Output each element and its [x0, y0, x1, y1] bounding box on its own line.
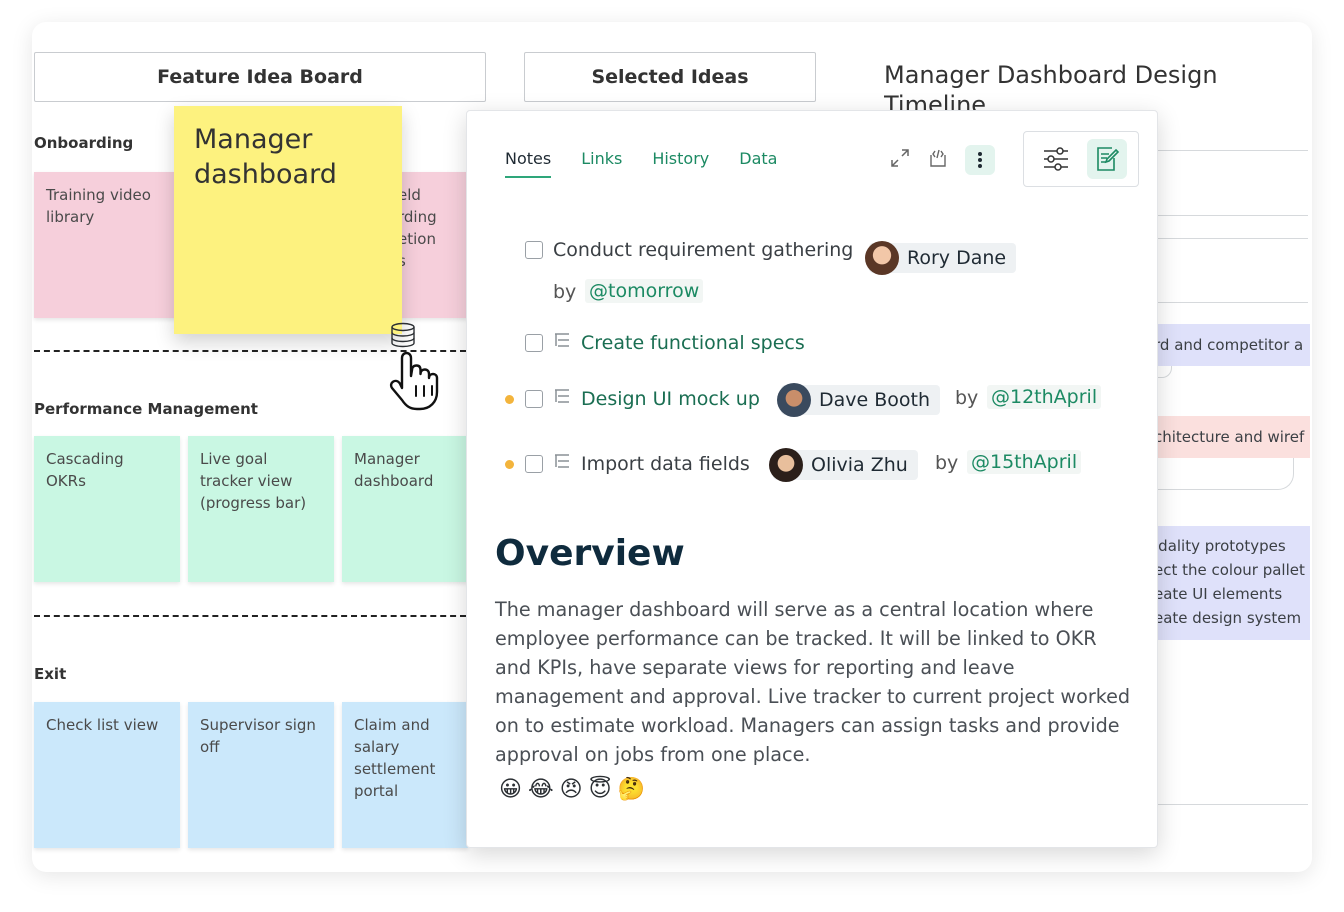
column-header-feature-board[interactable]: Feature Idea Board [34, 52, 486, 102]
task-text[interactable]: Create functional specs [581, 332, 805, 354]
priority-dot [505, 395, 514, 404]
avatar [769, 448, 803, 482]
due-date[interactable]: @12thApril [987, 385, 1102, 409]
assignee-chip[interactable]: Dave Booth [777, 383, 941, 417]
task-item: Design UI mock up [525, 387, 760, 410]
section-divider [34, 615, 466, 617]
emoji-reactions: 😀 😂 😠 😇 🤔 [499, 777, 645, 802]
panel-tabs: Notes Links History Data [505, 149, 777, 178]
avatar [777, 383, 811, 417]
section-label-performance: Performance Management [34, 400, 258, 418]
timeline-task-block[interactable]: idality prototypes ect the colour pallet… [1148, 526, 1310, 640]
notes-edit-icon[interactable] [1086, 139, 1127, 179]
more-options-icon[interactable] [965, 145, 995, 175]
emoji-angry[interactable]: 😠 [560, 777, 583, 802]
tab-links[interactable]: Links [581, 149, 622, 178]
divider [1152, 804, 1308, 805]
emoji-halo[interactable]: 😇 [589, 777, 612, 802]
side-toolbar [1023, 131, 1139, 187]
task-item: Import data fields [525, 452, 750, 475]
timeline-line: eate UI elements [1154, 585, 1283, 603]
subtask-icon [553, 331, 571, 354]
task-checkbox[interactable] [525, 454, 543, 473]
board-canvas: Feature Idea Board Selected Ideas Onboar… [32, 22, 1312, 872]
assignee-chip[interactable]: Olivia Zhu [769, 448, 918, 482]
timeline-line: idality prototypes [1154, 537, 1286, 555]
assignee-chip[interactable]: Rory Dane [865, 241, 1017, 275]
sticky-note[interactable]: Live goal tracker view (progress bar) [188, 436, 334, 582]
task-checkbox[interactable] [525, 333, 543, 352]
task-text[interactable]: Conduct requirement gathering [553, 239, 853, 261]
divider [1152, 215, 1308, 216]
due-date[interactable]: @tomorrow [585, 279, 704, 303]
by-label: by [935, 452, 959, 474]
task-checkbox[interactable] [525, 241, 543, 259]
timeline-title: Manager Dashboard Design Timeline [884, 61, 1218, 112]
sticky-note[interactable]: Check list view [34, 702, 180, 848]
sticky-note[interactable]: Training video library [34, 172, 180, 318]
dragged-sticky-note[interactable]: Manager dashboard [174, 106, 402, 334]
timeline-line: ect the colour pallet [1154, 561, 1305, 579]
subtask-icon [553, 452, 571, 475]
emoji-laughing[interactable]: 😂 [528, 777, 554, 802]
divider [1152, 150, 1308, 151]
divider [1152, 238, 1308, 239]
by-label: by [955, 387, 979, 409]
section-label-onboarding: Onboarding [34, 134, 134, 152]
task-item: Conduct requirement gathering [525, 239, 853, 261]
overview-text[interactable]: The manager dashboard will serve as a ce… [495, 595, 1135, 769]
assignee-name: Rory Dane [907, 247, 1007, 269]
task-item: Create functional specs [525, 331, 805, 354]
by-label: by [553, 281, 577, 303]
subtask-icon [553, 387, 571, 410]
divider [1152, 302, 1308, 303]
tab-notes[interactable]: Notes [505, 149, 552, 178]
panel-toolbar [889, 145, 995, 175]
timeline-bar[interactable]: rd and competitor a [1148, 324, 1310, 366]
sticky-note[interactable]: Cascading OKRs [34, 436, 180, 582]
timeline-connector [1148, 458, 1294, 490]
timeline-line: eate design system [1154, 609, 1302, 627]
tab-data[interactable]: Data [739, 149, 777, 178]
emoji-grinning[interactable]: 😀 [499, 777, 522, 802]
notes-panel: Notes Links History Data Conduct require… [466, 110, 1158, 848]
priority-dot [505, 460, 514, 469]
database-icon [390, 322, 416, 353]
assignee-name: Olivia Zhu [811, 454, 908, 476]
sticky-note[interactable]: Supervisor sign off [188, 702, 334, 848]
embed-icon[interactable] [927, 147, 949, 174]
section-label-exit: Exit [34, 665, 67, 683]
sticky-note[interactable]: Claim and salary settlement portal [342, 702, 468, 848]
assignee-name: Dave Booth [819, 389, 931, 411]
emoji-thinking[interactable]: 🤔 [618, 777, 645, 802]
tab-history[interactable]: History [652, 149, 709, 178]
task-text[interactable]: Import data fields [581, 453, 750, 475]
avatar [865, 241, 899, 275]
expand-icon[interactable] [889, 147, 911, 174]
settings-sliders-icon[interactable] [1036, 139, 1076, 179]
due-date[interactable]: @15thApril [967, 450, 1082, 474]
column-header-selected-ideas[interactable]: Selected Ideas [524, 52, 816, 102]
task-text[interactable]: Design UI mock up [581, 388, 760, 410]
task-checkbox[interactable] [525, 389, 543, 408]
timeline-bar[interactable]: chitecture and wiref [1148, 416, 1310, 458]
sticky-note[interactable]: Manager dashboard [342, 436, 468, 582]
overview-heading: Overview [495, 533, 685, 574]
hand-cursor-icon [388, 350, 440, 417]
